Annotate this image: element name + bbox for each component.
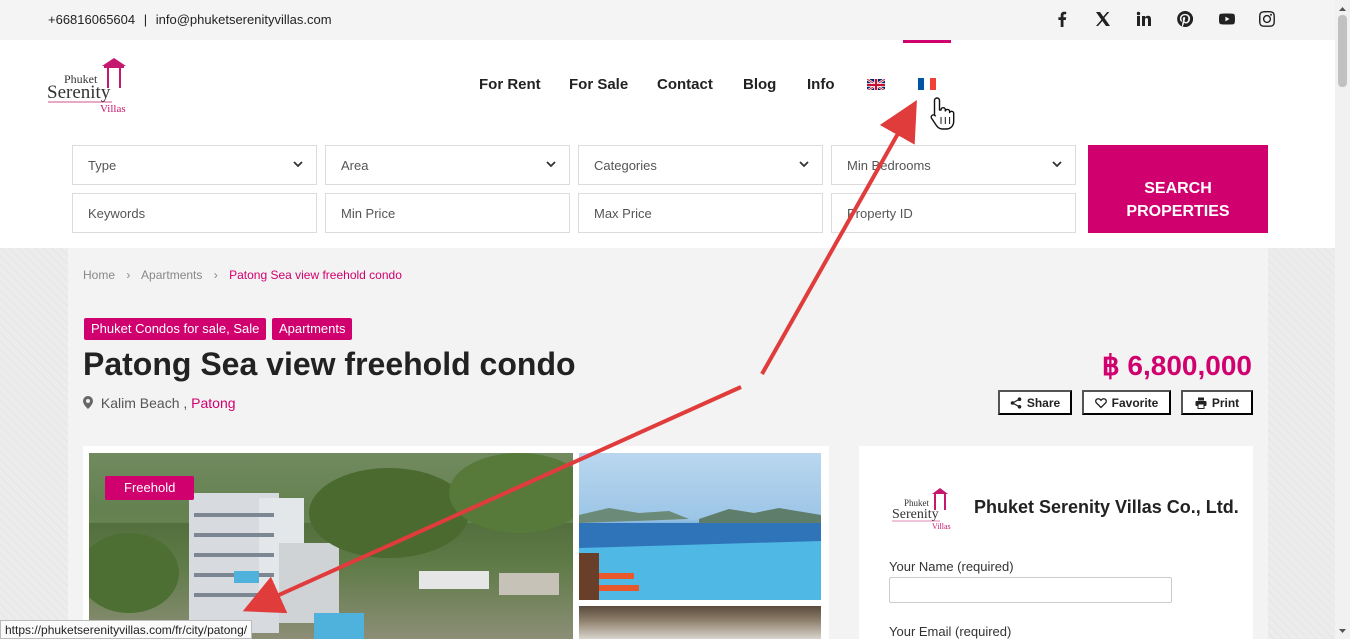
linkedin-icon[interactable] <box>1135 10 1153 28</box>
phone-link[interactable]: +66816065604 <box>48 12 135 27</box>
chevron-right-icon: › <box>213 268 218 282</box>
agent-logo: Phuket Serenity Villas <box>890 487 956 533</box>
max-price-placeholder: Max Price <box>594 206 652 221</box>
chevron-down-icon <box>546 161 556 168</box>
map-pin-icon <box>83 396 93 409</box>
breadcrumb: Home › Apartments › Patong Sea view free… <box>83 268 402 282</box>
chevron-down-icon <box>799 161 809 168</box>
logo-text-serenity: Serenity <box>47 82 111 103</box>
agent-name: Phuket Serenity Villas Co., Ltd. <box>974 497 1239 517</box>
agent-contact-card <box>859 446 1253 639</box>
pool-sea-view-photo[interactable] <box>579 453 821 600</box>
favorite-label: Favorite <box>1111 395 1159 410</box>
instagram-icon[interactable] <box>1258 10 1276 28</box>
property-price: ฿ 6,800,000 <box>1101 350 1252 381</box>
scrollbar-thumb[interactable] <box>1338 15 1347 87</box>
area-select[interactable]: Area <box>325 145 570 185</box>
print-button[interactable]: Print <box>1181 390 1253 415</box>
nav-for-rent[interactable]: For Rent <box>479 76 541 93</box>
nav-active-indicator <box>903 40 951 43</box>
scroll-down-arrow-icon[interactable] <box>1335 626 1350 636</box>
keywords-placeholder: Keywords <box>88 206 146 221</box>
email-link[interactable]: info@phuketserenityvillas.com <box>156 12 332 27</box>
property-id-input[interactable]: Property ID <box>831 193 1076 233</box>
share-icon <box>1010 396 1022 409</box>
search-button-line1: SEARCH <box>1144 179 1212 197</box>
share-button[interactable]: Share <box>998 390 1072 415</box>
location-area: Kalim Beach , <box>100 395 188 411</box>
france-flag-icon[interactable] <box>918 78 936 90</box>
search-button-line2: PROPERTIES <box>1126 202 1230 220</box>
min-price-placeholder: Min Price <box>341 206 396 221</box>
email-field-label: Your Email (required) <box>889 624 1012 639</box>
type-select[interactable]: Type <box>72 145 317 185</box>
contact-separator: | <box>143 12 148 27</box>
area-select-label: Area <box>341 158 369 173</box>
location-city-link[interactable]: Patong <box>191 395 235 411</box>
scroll-up-arrow-icon[interactable] <box>1335 4 1350 14</box>
name-field[interactable] <box>889 577 1172 603</box>
property-id-placeholder: Property ID <box>847 206 913 221</box>
max-price-input[interactable]: Max Price <box>578 193 823 233</box>
nav-for-sale[interactable]: For Sale <box>569 76 628 93</box>
facebook-icon[interactable] <box>1053 10 1071 28</box>
keywords-input[interactable]: Keywords <box>72 193 317 233</box>
chevron-right-icon: › <box>126 268 131 282</box>
property-location: Kalim Beach , Patong <box>83 395 236 411</box>
contact-info: +66816065604 | info@phuketserenityvillas… <box>48 12 332 27</box>
favorite-button[interactable]: Favorite <box>1082 390 1171 415</box>
name-field-label: Your Name (required) <box>889 559 1014 574</box>
top-bar: +66816065604 | info@phuketserenityvillas… <box>0 0 1335 40</box>
agent-logo-villas: Villas <box>932 522 951 531</box>
min-price-input[interactable]: Min Price <box>325 193 570 233</box>
breadcrumb-home[interactable]: Home <box>83 268 115 282</box>
tag-condos-for-sale[interactable]: Phuket Condos for sale, Sale <box>84 318 267 340</box>
nav-contact[interactable]: Contact <box>657 76 713 93</box>
print-label: Print <box>1211 395 1240 410</box>
nav-blog[interactable]: Blog <box>743 76 776 93</box>
uk-flag-icon[interactable] <box>867 78 885 90</box>
interior-photo[interactable] <box>579 606 821 639</box>
site-logo[interactable]: Phuket Serenity Villas <box>46 57 136 117</box>
share-label: Share <box>1026 395 1061 410</box>
logo-text-villas: Villas <box>100 103 126 115</box>
printer-icon <box>1195 397 1207 409</box>
vertical-scrollbar[interactable] <box>1335 0 1350 639</box>
agent-logo-serenity: Serenity <box>892 507 939 522</box>
breadcrumb-current: Patong Sea view freehold condo <box>229 268 402 282</box>
property-title: Patong Sea view freehold condo <box>83 346 576 382</box>
breadcrumb-category[interactable]: Apartments <box>141 268 202 282</box>
pinterest-icon[interactable] <box>1176 10 1194 28</box>
heart-icon <box>1094 397 1107 408</box>
tag-apartments[interactable]: Apartments <box>272 318 353 340</box>
x-icon[interactable] <box>1094 10 1112 28</box>
categories-select[interactable]: Categories <box>578 145 823 185</box>
nav-info[interactable]: Info <box>807 76 835 93</box>
chevron-down-icon <box>1052 161 1062 168</box>
search-properties-button[interactable]: SEARCH PROPERTIES <box>1088 145 1268 233</box>
freehold-badge: Freehold <box>105 476 195 500</box>
youtube-icon[interactable] <box>1218 10 1236 28</box>
min-bedrooms-select[interactable]: Min Bedrooms <box>831 145 1076 185</box>
chevron-down-icon <box>293 161 303 168</box>
status-bar-url: https://phuketserenityvillas.com/fr/city… <box>0 620 253 639</box>
categories-select-label: Categories <box>594 158 657 173</box>
hand-pointer-cursor-icon <box>928 96 958 132</box>
type-select-label: Type <box>88 158 117 173</box>
min-bedrooms-select-label: Min Bedrooms <box>847 158 931 173</box>
